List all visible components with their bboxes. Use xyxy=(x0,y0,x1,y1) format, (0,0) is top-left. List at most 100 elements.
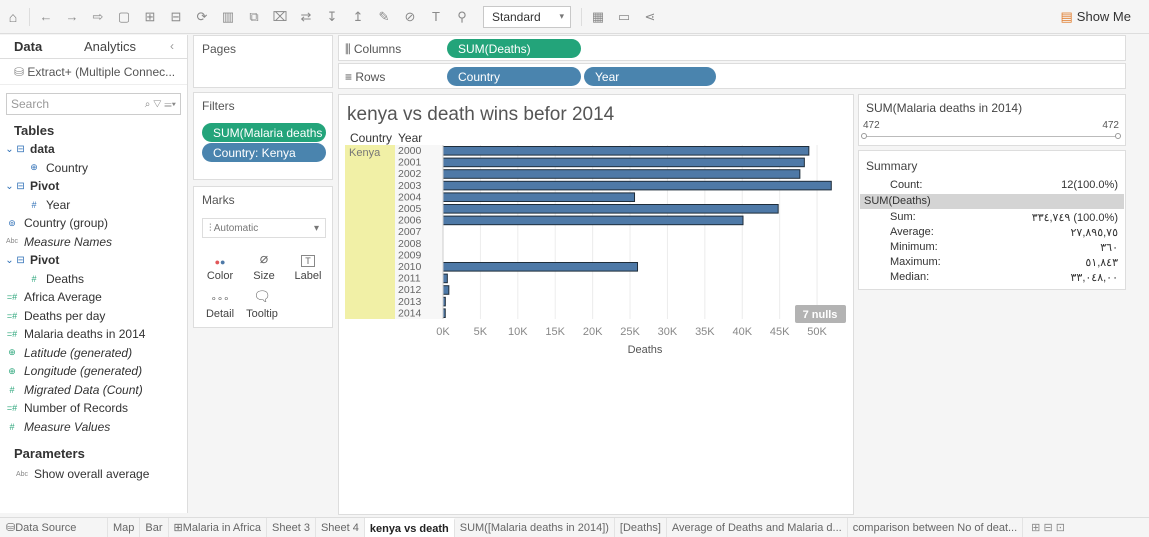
size-button[interactable]: ⌀ Size xyxy=(244,245,284,285)
color-label: Color xyxy=(206,270,234,282)
detail-icon: ∘∘∘ xyxy=(210,294,230,305)
field-item[interactable]: # Deaths xyxy=(0,270,187,289)
duplicate-icon[interactable]: ⧉ xyxy=(241,4,267,30)
presentation-icon[interactable]: ▭ xyxy=(611,4,637,30)
bar xyxy=(442,157,805,168)
save-icon[interactable]: ▢ xyxy=(111,4,137,30)
new-sheet-icons[interactable]: ⊞ ⊟ ⊡ xyxy=(1023,521,1065,534)
new-datasource-icon[interactable]: ⊞ xyxy=(137,4,163,30)
tab-analytics[interactable]: Analytics xyxy=(70,35,170,58)
sheet-tab[interactable]: SUM([Malaria deaths in 2014]) xyxy=(455,518,615,537)
columns-shelf[interactable]: ⫼ Columns SUM(Deaths) xyxy=(338,35,1126,61)
pages-card[interactable]: Pages xyxy=(193,35,333,88)
parameter-item[interactable]: Abc Show overall average xyxy=(0,465,187,484)
sheet-tab[interactable]: kenya vs death xyxy=(364,518,455,537)
show-me-button[interactable]: ▤ Show Me xyxy=(1061,9,1132,25)
sort-desc-icon[interactable]: ↥ xyxy=(345,4,371,30)
tooltip-label: Tooltip xyxy=(246,308,278,320)
bar-chart: Country Year Kenya 200020012002200320042005… xyxy=(345,131,846,356)
swap-icon[interactable]: ⇄ xyxy=(293,4,319,30)
rows-pill-year[interactable]: Year xyxy=(584,67,716,86)
columns-icon: ⫼ xyxy=(345,42,354,56)
color-button[interactable]: ● ● Color xyxy=(200,245,240,285)
sheet-tab[interactable]: Bar xyxy=(140,518,169,537)
datasource-item[interactable]: ⛁ Extract+ (Multiple Connec... xyxy=(0,59,187,85)
data-pane: Data Analytics ‹ ⛁ Extract+ (Multiple Co… xyxy=(0,35,188,513)
columns-pill-deaths[interactable]: SUM(Deaths) xyxy=(447,39,581,58)
filter-pill-country[interactable]: Country: Kenya xyxy=(202,143,326,162)
toolbar-divider xyxy=(29,7,30,26)
filters-title: Filters xyxy=(202,99,235,113)
year-label: 2014 xyxy=(398,307,422,319)
summary-row: Maximum: ٥١,٨٤٣ xyxy=(860,254,1122,270)
new-sheet-icon[interactable]: ⊟ xyxy=(163,4,189,30)
field-label: Number of Records xyxy=(24,401,129,416)
field-item[interactable]: # Migrated Data (Count) xyxy=(0,381,187,400)
field-item[interactable]: ⊚ Country (group) xyxy=(0,214,187,233)
refresh-icon[interactable]: ⟳ xyxy=(189,4,215,30)
filter-pill-malaria[interactable]: SUM(Malaria deaths .. xyxy=(202,123,326,142)
year-label: 2008 xyxy=(398,238,422,250)
sheet-tab[interactable]: ⛁ Data Source xyxy=(0,518,108,537)
highlight-icon[interactable]: ✎ xyxy=(371,4,397,30)
pause-icon[interactable]: ▥ xyxy=(215,4,241,30)
size-icon: ⌀ xyxy=(259,250,269,266)
group-icon[interactable]: ⊘ xyxy=(397,4,423,30)
mark-type-select[interactable]: ⫶ Automatic ▾ xyxy=(202,218,326,238)
home-icon[interactable]: ⌂ xyxy=(0,4,26,30)
sheet-tab[interactable]: Average of Deaths and Malaria d... xyxy=(667,518,848,537)
filters-card: Filters SUM(Malaria deaths .. Country: K… xyxy=(193,92,333,180)
tab-data[interactable]: Data xyxy=(0,35,70,58)
field-item[interactable]: Abc Measure Names xyxy=(0,233,187,252)
number-icon: # xyxy=(9,421,15,432)
sort-asc-icon[interactable]: ↧ xyxy=(319,4,345,30)
table-item[interactable]: ⌄ ⊟ Pivot xyxy=(0,251,187,270)
share-icon[interactable]: ⋖ xyxy=(637,4,663,30)
field-item[interactable]: # Year xyxy=(0,196,187,215)
calc-icon: =# xyxy=(6,292,18,303)
bar xyxy=(442,204,779,214)
field-item[interactable]: =# Number of Records xyxy=(0,399,187,418)
field-item[interactable]: ⊕ Latitude (generated) xyxy=(0,344,187,363)
rows-label-text: Rows xyxy=(355,70,386,84)
rows-icon: ≡ xyxy=(345,70,356,84)
field-item[interactable]: # Measure Values xyxy=(0,418,187,437)
table-item[interactable]: ⌄ ⊟ Pivot xyxy=(0,177,187,196)
sheet-tab[interactable]: Map xyxy=(108,518,141,537)
field-item[interactable]: =# Africa Average xyxy=(0,288,187,307)
undo-icon[interactable]: ← xyxy=(33,4,59,30)
field-item[interactable]: ⊕ Country xyxy=(0,159,187,178)
collapse-icon[interactable]: ‹ xyxy=(170,35,174,58)
fix-axes-icon[interactable]: ⚲ xyxy=(449,4,475,30)
repeat-icon[interactable]: ⇨ xyxy=(85,4,111,30)
filter-range-track[interactable] xyxy=(863,136,1119,137)
field-item[interactable]: =# Malaria deaths in 2014 xyxy=(0,325,187,344)
label-icon[interactable]: T xyxy=(423,4,449,30)
rows-pill-country[interactable]: Country xyxy=(447,67,581,86)
table-item[interactable]: ⌄ ⊟ data xyxy=(0,140,187,159)
country-label: Kenya xyxy=(349,147,381,159)
marks-card: Marks ⫶ Automatic ▾ ● ● Color ⌀ Size T La… xyxy=(193,186,333,328)
show-cards-icon[interactable]: ▦ xyxy=(585,4,611,30)
sheet-tab[interactable]: ⊞ Malaria in Africa xyxy=(169,518,268,537)
sheet-tab[interactable]: comparison between No of deat... xyxy=(848,518,1024,537)
rows-shelf[interactable]: ≡ Rows Country Year xyxy=(338,63,1126,89)
tooltip-button[interactable]: 🗨 Tooltip xyxy=(242,283,282,323)
sheet-tab-label: Average of Deaths and Malaria d... xyxy=(671,521,842,534)
abc-icon: Abc xyxy=(15,470,29,478)
table-icon: ⌄ ⊟ xyxy=(5,180,25,192)
sheet-tab[interactable]: [Deaths] xyxy=(615,518,667,537)
field-item[interactable]: ⊕ Longitude (generated) xyxy=(0,362,187,381)
search-input[interactable]: Search ⌕ ▽ ☰▾ xyxy=(6,93,181,115)
detail-button[interactable]: ∘∘∘ Detail xyxy=(200,283,240,323)
redo-icon[interactable]: → xyxy=(59,4,85,30)
fit-select[interactable]: Standard ▾ xyxy=(483,5,571,28)
summary-measure-header: SUM(Deaths) xyxy=(860,194,1124,209)
filter-range-handle-max[interactable] xyxy=(1115,133,1121,139)
clear-sheet-icon[interactable]: ⌧ xyxy=(267,4,293,30)
filter-range-handle-min[interactable] xyxy=(861,133,867,139)
field-item[interactable]: =# Deaths per day xyxy=(0,307,187,326)
label-button[interactable]: T Label xyxy=(288,245,328,285)
sheet-tab[interactable]: Sheet 4 xyxy=(316,518,365,537)
sheet-tab[interactable]: Sheet 3 xyxy=(267,518,316,537)
